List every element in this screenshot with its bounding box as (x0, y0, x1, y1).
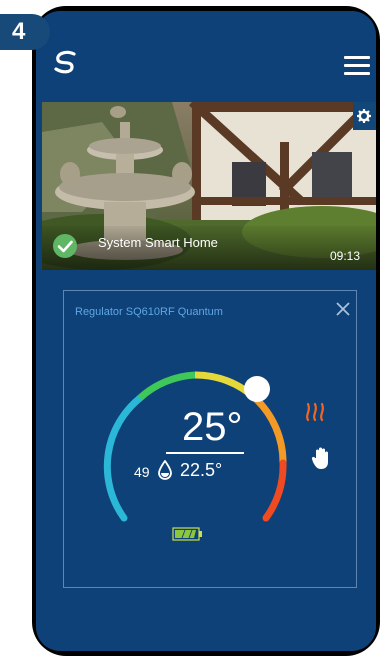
system-name: System Smart Home (98, 235, 218, 250)
system-time: 09:13 (330, 249, 361, 263)
thermostat-title: Regulator SQ610RF Quantum (75, 306, 223, 318)
hamburger-menu-icon[interactable] (344, 56, 370, 76)
close-icon[interactable] (335, 301, 351, 317)
set-temperature: 22.5° (180, 460, 223, 480)
dial-handle[interactable] (244, 376, 270, 402)
step-number-badge: 4 (0, 14, 50, 50)
settings-tab[interactable] (353, 102, 376, 130)
current-temperature: 25° (182, 405, 243, 449)
humidity-value: 49 (134, 464, 150, 480)
temperature-divider (166, 452, 244, 454)
check-circle-icon (53, 234, 77, 258)
salus-logo-icon[interactable] (50, 48, 82, 76)
battery-full-icon (172, 527, 202, 541)
heating-icon (306, 402, 324, 422)
humidity-drop-icon (158, 460, 172, 480)
gear-icon[interactable] (357, 109, 371, 123)
manual-mode-hand-icon[interactable] (311, 446, 333, 470)
